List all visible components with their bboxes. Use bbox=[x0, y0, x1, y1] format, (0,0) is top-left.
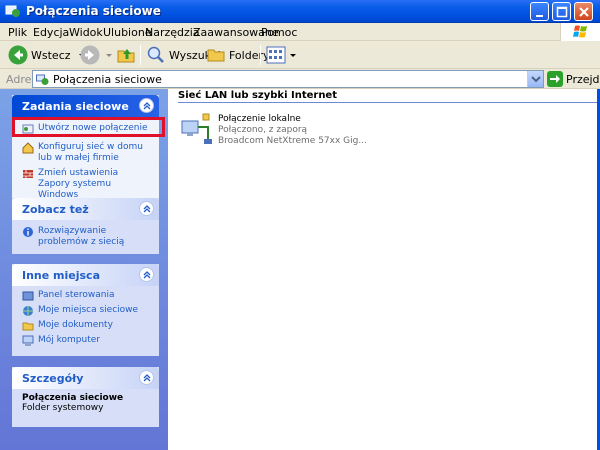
go-arrow-icon bbox=[547, 71, 563, 87]
details-name: Połączenia sieciowe bbox=[22, 393, 124, 403]
menu-plik[interactable]: Plik bbox=[8, 26, 27, 39]
firewall-settings-link[interactable]: Zmień ustawienia Zapory systemu Windows bbox=[22, 168, 151, 201]
search-icon bbox=[147, 46, 164, 63]
minimize-icon bbox=[536, 15, 543, 17]
network-tasks-title: Zadania sieciowe bbox=[22, 100, 129, 113]
create-connection-highlight bbox=[12, 117, 165, 137]
views-button[interactable] bbox=[266, 44, 298, 66]
go-button[interactable]: Przejdź bbox=[547, 70, 600, 88]
my-network-places-link[interactable]: Moje miejsca sieciowe bbox=[22, 305, 151, 316]
details-header[interactable]: Szczegóły bbox=[12, 367, 159, 389]
menu-narzedzia[interactable]: Narzędzia bbox=[145, 26, 200, 39]
network-connections-icon bbox=[5, 5, 20, 17]
firewall-icon bbox=[23, 170, 33, 178]
back-arrow-icon bbox=[8, 45, 28, 65]
group-header: Sieć LAN lub szybki Internet bbox=[178, 89, 598, 103]
address-dropdown-button[interactable] bbox=[527, 71, 543, 87]
menu-bar: Plik Edycja Widok Ulubione Narzędzia Zaa… bbox=[0, 23, 600, 41]
my-documents-link[interactable]: Moje dokumenty bbox=[22, 320, 151, 331]
folders-label: Foldery bbox=[229, 48, 270, 62]
computer-icon bbox=[22, 335, 34, 346]
home-network-icon bbox=[22, 142, 34, 154]
address-bar: Adres Połączenia sieciowe Przejdź bbox=[0, 69, 600, 89]
toolbar: Wstecz Wyszukaj Foldery bbox=[0, 41, 600, 69]
minimize-button[interactable] bbox=[530, 2, 549, 21]
address-value: Połączenia sieciowe bbox=[53, 73, 162, 86]
connection-device: Broadcom NetXtreme 57xx Gig... bbox=[218, 136, 367, 146]
up-folder-button[interactable] bbox=[116, 44, 136, 66]
maximize-icon bbox=[556, 6, 568, 18]
close-button[interactable] bbox=[574, 2, 593, 21]
window-title: Połączenia sieciowe bbox=[26, 4, 161, 18]
windows-logo-icon bbox=[560, 23, 600, 41]
control-panel-icon bbox=[22, 291, 34, 301]
close-icon bbox=[579, 7, 589, 17]
details-type: Folder systemowy bbox=[22, 403, 104, 413]
network-tasks-header[interactable]: Zadania sieciowe bbox=[12, 95, 159, 117]
see-also-panel: Zobacz też Rozwiązywanie problemów z sie… bbox=[12, 198, 159, 254]
see-also-title: Zobacz też bbox=[22, 203, 89, 216]
menu-pomoc[interactable]: Pomoc bbox=[261, 26, 297, 39]
collapse-icon[interactable] bbox=[139, 267, 154, 282]
connection-status: Połączono, z zaporą bbox=[218, 125, 308, 135]
views-icon bbox=[266, 46, 286, 64]
content-area: Sieć LAN lub szybki Internet Połączenie … bbox=[168, 89, 600, 450]
go-label: Przejdź bbox=[566, 72, 600, 86]
back-button[interactable]: Wstecz bbox=[8, 44, 87, 66]
menu-widok[interactable]: Widok bbox=[69, 26, 103, 39]
collapse-icon[interactable] bbox=[139, 98, 154, 113]
address-field[interactable]: Połączenia sieciowe bbox=[32, 70, 544, 88]
network-tasks-panel: Zadania sieciowe Utwórz nowe połączenie … bbox=[12, 95, 159, 213]
collapse-icon[interactable] bbox=[139, 370, 154, 385]
other-places-panel: Inne miejsca Panel sterowania Moje miejs… bbox=[12, 264, 159, 356]
title-bar[interactable]: Połączenia sieciowe bbox=[0, 0, 600, 23]
menu-edycja[interactable]: Edycja bbox=[33, 26, 69, 39]
other-places-title: Inne miejsca bbox=[22, 269, 100, 282]
network-places-icon bbox=[23, 306, 33, 316]
troubleshoot-network-link[interactable]: Rozwiązywanie problemów z siecią bbox=[22, 226, 151, 248]
chevron-down-icon[interactable] bbox=[104, 50, 114, 60]
lan-connection-icon bbox=[181, 113, 212, 144]
see-also-header[interactable]: Zobacz też bbox=[12, 198, 159, 220]
maximize-button[interactable] bbox=[552, 2, 571, 21]
other-places-header[interactable]: Inne miejsca bbox=[12, 264, 159, 286]
details-panel: Szczegóły Połączenia sieciowe Folder sys… bbox=[12, 367, 159, 427]
local-area-connection-item[interactable]: Połączenie lokalne Połączono, z zaporą B… bbox=[178, 111, 378, 151]
my-computer-link[interactable]: Mój komputer bbox=[22, 335, 151, 346]
up-folder-icon bbox=[117, 49, 135, 63]
info-icon bbox=[23, 227, 33, 237]
connection-name: Połączenie lokalne bbox=[218, 114, 301, 124]
chevron-down-icon bbox=[531, 76, 541, 83]
chevron-down-icon[interactable] bbox=[288, 50, 298, 60]
network-connections-icon bbox=[36, 74, 49, 85]
configure-home-network-link[interactable]: Konfiguruj sieć w domu lub w małej firmi… bbox=[22, 142, 151, 164]
forward-arrow-icon bbox=[80, 45, 100, 65]
documents-folder-icon bbox=[22, 322, 34, 331]
details-title: Szczegóły bbox=[22, 372, 84, 385]
forward-button[interactable] bbox=[80, 44, 114, 66]
folder-icon bbox=[207, 49, 225, 62]
back-label: Wstecz bbox=[31, 48, 71, 62]
control-panel-link[interactable]: Panel sterowania bbox=[22, 290, 151, 301]
collapse-icon[interactable] bbox=[139, 201, 154, 216]
